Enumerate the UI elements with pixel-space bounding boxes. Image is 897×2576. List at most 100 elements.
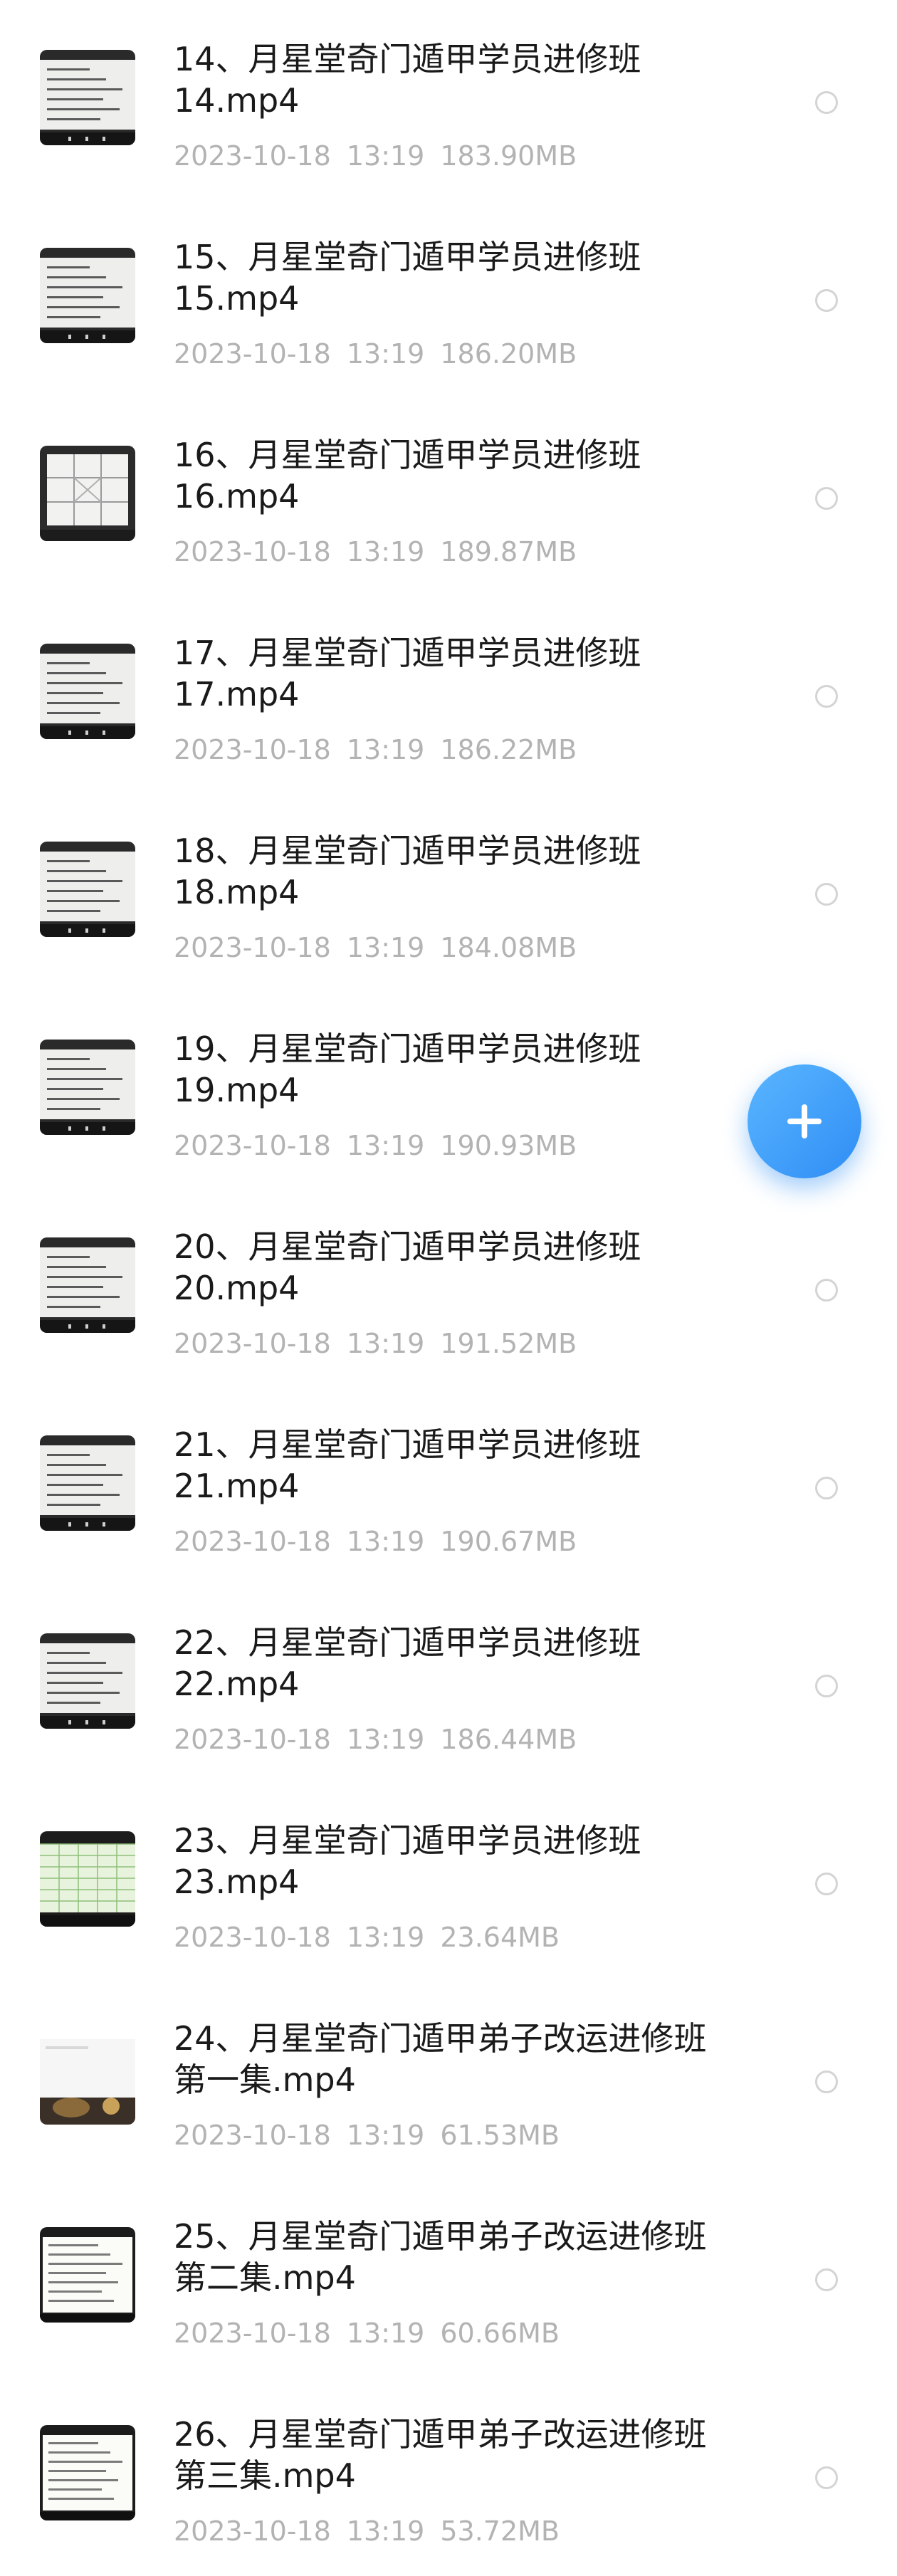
file-row[interactable]: 24、月星堂奇门遁甲弟子改运进修班 第一集.mp4 2023-10-18 13:19… (0, 1979, 897, 2177)
select-radio[interactable] (815, 1675, 838, 1697)
file-size: 184.08MB (440, 932, 577, 963)
select-radio[interactable] (815, 685, 838, 708)
file-row[interactable]: 15、月星堂奇门遁甲学员进修班 15.mp4 2023-10-18 13:19 186… (0, 198, 897, 396)
file-size: 186.20MB (440, 338, 577, 370)
file-size: 186.22MB (440, 734, 577, 765)
select-radio[interactable] (815, 91, 838, 114)
file-row[interactable]: 17、月星堂奇门遁甲学员进修班 17.mp4 2023-10-18 13:19 186… (0, 594, 897, 792)
file-row[interactable]: 26、月星堂奇门遁甲弟子改运进修班 第三集.mp4 2023-10-18 13:19… (0, 2375, 897, 2573)
video-thumbnail (40, 2425, 135, 2520)
file-list: 14、月星堂奇门遁甲学员进修班 14.mp4 2023-10-18 13:19 183… (0, 0, 897, 2576)
video-thumbnail (40, 1237, 135, 1333)
file-name: 25、月星堂奇门遁甲弟子改运进修班 第二集.mp4 (174, 2217, 707, 2297)
file-meta: 2023-10-18 13:19 183.90MB (174, 140, 577, 172)
video-thumbnail (40, 446, 135, 541)
file-name: 22、月星堂奇门遁甲学员进修班 22.mp4 (174, 1623, 641, 1703)
file-date: 2023-10-18 (174, 140, 331, 172)
file-name: 18、月星堂奇门遁甲学员进修班 18.mp4 (174, 832, 641, 911)
file-name: 19、月星堂奇门遁甲学员进修班 19.mp4 (174, 1030, 641, 1109)
file-name: 15、月星堂奇门遁甲学员进修班 15.mp4 (174, 238, 641, 318)
file-date: 2023-10-18 (174, 1328, 331, 1359)
file-date: 2023-10-18 (174, 2318, 331, 2349)
file-row[interactable]: 16、月星堂奇门遁甲学员进修班 16.mp4 2023-10-18 13:19 189… (0, 396, 897, 594)
file-date: 2023-10-18 (174, 2515, 331, 2547)
file-date: 2023-10-18 (174, 1526, 331, 1557)
file-size: 61.53MB (440, 2120, 560, 2151)
file-name: 26、月星堂奇门遁甲弟子改运进修班 第三集.mp4 (174, 2415, 707, 2495)
file-size: 183.90MB (440, 140, 577, 172)
file-time: 13:19 (346, 1922, 425, 1953)
select-radio[interactable] (815, 2466, 838, 2489)
file-time: 13:19 (346, 536, 425, 567)
file-time: 13:19 (346, 2515, 425, 2547)
video-thumbnail (40, 1435, 135, 1531)
file-time: 13:19 (346, 1328, 425, 1359)
file-meta: 2023-10-18 13:19 53.72MB (174, 2515, 560, 2548)
file-meta: 2023-10-18 13:19 191.52MB (174, 1327, 577, 1360)
file-name: 17、月星堂奇门遁甲学员进修班 17.mp4 (174, 634, 641, 713)
file-time: 13:19 (346, 1130, 425, 1161)
file-date: 2023-10-18 (174, 1724, 331, 1755)
select-radio[interactable] (815, 1873, 838, 1895)
file-size: 190.93MB (440, 1130, 577, 1161)
file-date: 2023-10-18 (174, 536, 331, 567)
file-row[interactable]: 25、月星堂奇门遁甲弟子改运进修班 第二集.mp4 2023-10-18 13:19… (0, 2177, 897, 2375)
file-row[interactable]: 18、月星堂奇门遁甲学员进修班 18.mp4 2023-10-18 13:19 184… (0, 792, 897, 990)
file-time: 13:19 (346, 140, 425, 172)
file-meta: 2023-10-18 13:19 186.22MB (174, 733, 577, 766)
video-thumbnail (40, 2029, 135, 2125)
select-radio[interactable] (815, 2268, 838, 2291)
select-radio[interactable] (815, 487, 838, 510)
video-thumbnail (40, 1831, 135, 1927)
file-name: 20、月星堂奇门遁甲学员进修班 20.mp4 (174, 1227, 641, 1307)
file-meta: 2023-10-18 13:19 60.66MB (174, 2317, 560, 2350)
file-size: 186.44MB (440, 1724, 577, 1755)
file-meta: 2023-10-18 13:19 190.93MB (174, 1129, 577, 1162)
video-thumbnail (40, 2227, 135, 2323)
select-radio[interactable] (815, 1279, 838, 1302)
file-date: 2023-10-18 (174, 932, 331, 963)
file-size: 53.72MB (440, 2515, 560, 2547)
video-thumbnail (40, 248, 135, 343)
file-meta: 2023-10-18 13:19 190.67MB (174, 1525, 577, 1558)
file-size: 190.67MB (440, 1526, 577, 1557)
file-row[interactable]: 21、月星堂奇门遁甲学员进修班 21.mp4 2023-10-18 13:19 190… (0, 1386, 897, 1583)
file-size: 189.87MB (440, 536, 577, 567)
file-time: 13:19 (346, 932, 425, 963)
file-meta: 2023-10-18 13:19 184.08MB (174, 931, 577, 964)
file-size: 23.64MB (440, 1922, 560, 1953)
file-meta: 2023-10-18 13:19 189.87MB (174, 535, 577, 568)
file-name: 14、月星堂奇门遁甲学员进修班 14.mp4 (174, 40, 641, 120)
file-time: 13:19 (346, 2120, 425, 2151)
file-row[interactable]: 14、月星堂奇门遁甲学员进修班 14.mp4 2023-10-18 13:19 183… (0, 0, 897, 198)
file-time: 13:19 (346, 2318, 425, 2349)
video-thumbnail (40, 644, 135, 739)
file-row[interactable]: 20、月星堂奇门遁甲学员进修班 20.mp4 2023-10-18 13:19 191… (0, 1188, 897, 1386)
file-time: 13:19 (346, 338, 425, 370)
file-name: 24、月星堂奇门遁甲弟子改运进修班 第一集.mp4 (174, 2019, 707, 2099)
file-name: 16、月星堂奇门遁甲学员进修班 16.mp4 (174, 436, 641, 515)
file-row[interactable]: 23、月星堂奇门遁甲学员进修班 23.mp4 2023-10-18 13:19 23.… (0, 1781, 897, 1979)
add-fab-button[interactable] (748, 1064, 861, 1178)
select-radio[interactable] (815, 883, 838, 906)
file-meta: 2023-10-18 13:19 23.64MB (174, 1921, 560, 1954)
file-date: 2023-10-18 (174, 2120, 331, 2151)
file-row[interactable]: 22、月星堂奇门遁甲学员进修班 22.mp4 2023-10-18 13:19 186… (0, 1583, 897, 1781)
file-meta: 2023-10-18 13:19 61.53MB (174, 2119, 560, 2152)
file-name: 23、月星堂奇门遁甲学员进修班 23.mp4 (174, 1821, 641, 1901)
file-date: 2023-10-18 (174, 734, 331, 765)
file-size: 60.66MB (440, 2318, 560, 2349)
select-radio[interactable] (815, 1477, 838, 1499)
plus-icon (787, 1104, 822, 1138)
video-thumbnail (40, 50, 135, 145)
video-thumbnail (40, 1040, 135, 1135)
file-name: 21、月星堂奇门遁甲学员进修班 21.mp4 (174, 1425, 641, 1505)
video-thumbnail (40, 842, 135, 937)
file-date: 2023-10-18 (174, 1130, 331, 1161)
file-date: 2023-10-18 (174, 338, 331, 370)
select-radio[interactable] (815, 289, 838, 312)
file-time: 13:19 (346, 734, 425, 765)
select-radio[interactable] (815, 2070, 838, 2093)
file-time: 13:19 (346, 1724, 425, 1755)
file-size: 191.52MB (440, 1328, 577, 1359)
